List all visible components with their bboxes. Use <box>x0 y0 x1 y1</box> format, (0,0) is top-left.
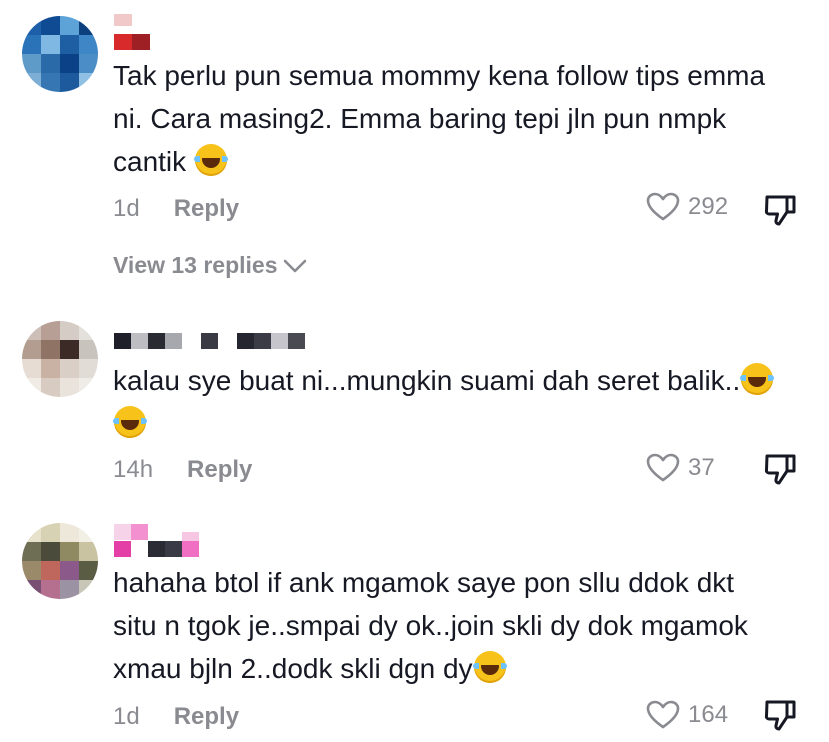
like-count: 37 <box>688 454 715 481</box>
like-count: 292 <box>688 193 729 220</box>
heart-icon <box>646 700 680 729</box>
avatar[interactable] <box>22 523 98 599</box>
view-replies-label: View 13 replies <box>113 252 278 278</box>
comment-meta: 14h Reply <box>113 456 252 484</box>
comment-body: hahaha btol if ank mgamok saye pon sllu … <box>113 567 748 684</box>
heart-icon <box>646 192 680 221</box>
dislike-button[interactable] <box>763 698 797 737</box>
comment-text: hahaha btol if ank mgamok saye pon sllu … <box>113 561 783 690</box>
laughing-emoji-icon <box>113 406 147 438</box>
thumbs-down-icon <box>764 454 796 485</box>
avatar[interactable] <box>22 321 98 397</box>
view-replies-button[interactable]: View 13 replies <box>113 252 308 279</box>
dislike-button[interactable] <box>763 452 797 491</box>
like-count: 164 <box>688 701 729 728</box>
thumbs-down-icon <box>764 195 796 226</box>
comment-text: Tak perlu pun semua mommy kena follow ti… <box>113 54 783 183</box>
timestamp: 1d <box>113 703 140 730</box>
laughing-emoji-icon <box>472 651 507 683</box>
comment-text: kalau sye buat ni...mungkin suami dah se… <box>113 359 783 445</box>
reply-button[interactable]: Reply <box>174 195 239 223</box>
timestamp: 1d <box>113 195 140 222</box>
chevron-down-icon <box>283 259 306 272</box>
heart-icon <box>646 453 680 482</box>
comment-body: kalau sye buat ni...mungkin suami dah se… <box>113 365 741 396</box>
reply-button[interactable]: Reply <box>187 456 252 484</box>
like-button[interactable]: 292 <box>646 192 728 222</box>
reply-button[interactable]: Reply <box>174 703 239 731</box>
dislike-button[interactable] <box>763 193 797 232</box>
username-redacted-2 <box>114 32 150 52</box>
like-button[interactable]: 37 <box>646 453 715 483</box>
username-redacted[interactable] <box>114 14 132 34</box>
timestamp: 14h <box>113 456 154 483</box>
like-button[interactable]: 164 <box>646 700 728 730</box>
thumbs-down-icon <box>764 700 796 731</box>
comment-meta: 1d Reply <box>113 195 239 223</box>
username-redacted-2 <box>114 539 199 559</box>
comment-meta: 1d Reply <box>113 703 239 731</box>
avatar[interactable] <box>22 16 98 92</box>
laughing-emoji-icon <box>740 363 775 395</box>
laughing-emoji-icon <box>193 144 228 176</box>
username-redacted[interactable] <box>114 331 305 351</box>
